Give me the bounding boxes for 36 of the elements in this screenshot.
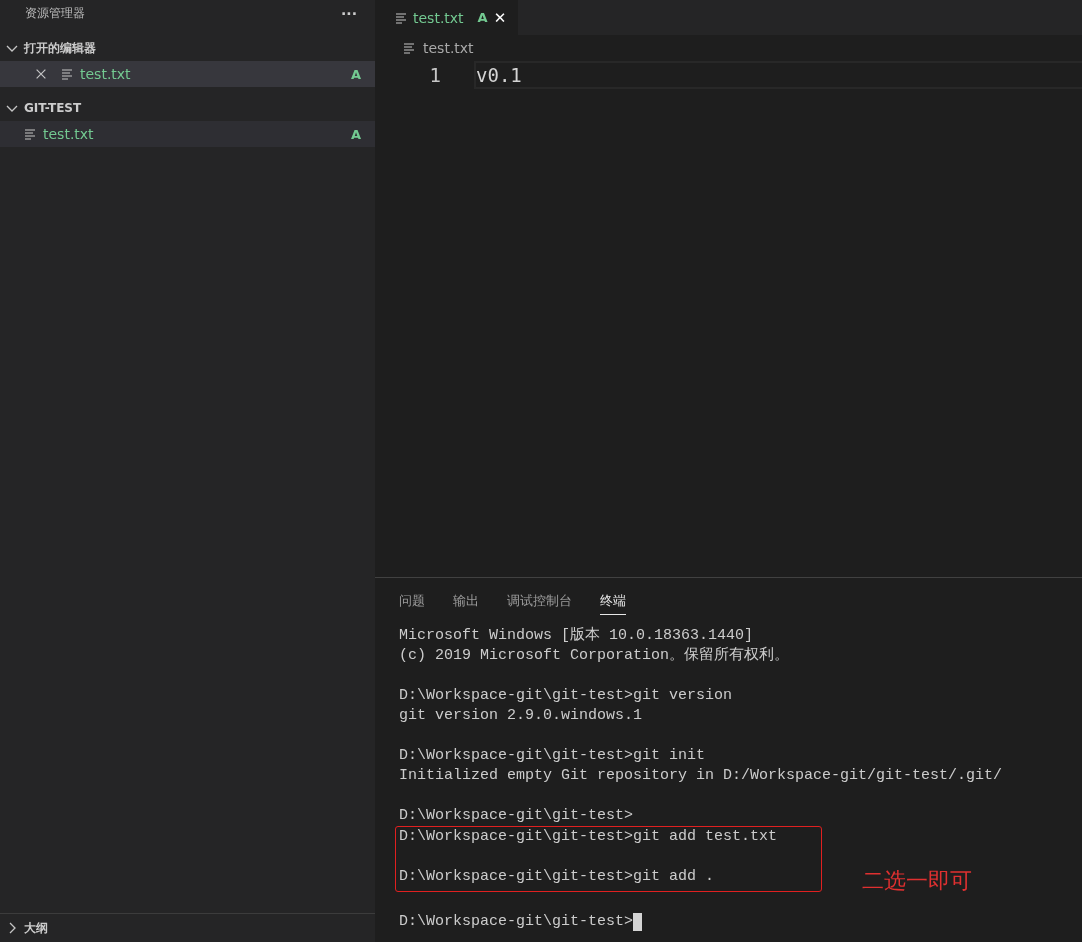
- file-item[interactable]: test.txt A: [0, 121, 375, 147]
- annotation-note: 二选一即可: [862, 869, 972, 896]
- text-file-icon: [395, 11, 407, 24]
- close-button[interactable]: ✕: [493, 8, 507, 27]
- git-status: A: [350, 126, 361, 142]
- terminal-line: D:\Workspace-git\git-test>git add .: [399, 867, 716, 887]
- panel-tab[interactable]: 调试控制台: [507, 592, 572, 614]
- close-icon[interactable]: [34, 67, 48, 81]
- terminal-line: D:\Workspace-git\git-test>: [399, 912, 634, 932]
- line-number: 1: [428, 63, 442, 88]
- terminal-line: D:\Workspace-git\git-test>git version: [399, 686, 734, 706]
- terminal-line: D:\Workspace-git\git-test>git init: [399, 746, 707, 766]
- explorer-title: 资源管理器: [25, 5, 85, 22]
- terminal-line: git version 2.9.0.windows.1: [399, 706, 644, 726]
- terminal-line: D:\Workspace-git\git-test>git add test.txt: [399, 827, 779, 847]
- text-file-icon: [403, 42, 415, 54]
- panel-tab[interactable]: 终端: [600, 592, 626, 615]
- file-name: test.txt: [80, 66, 132, 82]
- terminal-line: Microsoft Windows [版本 10.0.18363.1440]: [399, 626, 755, 646]
- section-title[interactable]: 打开的编辑器: [24, 39, 96, 57]
- code-text: v0.1: [476, 64, 522, 86]
- terminal-line: (c) 2019 Microsoft Corporation。保留所有权利。: [399, 646, 791, 666]
- section-title[interactable]: GIT-TEST: [24, 101, 82, 115]
- panel-tab[interactable]: 问题: [399, 592, 425, 614]
- text-file-icon: [61, 68, 73, 80]
- git-status: A: [350, 66, 361, 82]
- terminal-line: Initialized empty Git repository in D:/Workspace-git/git-test/.git/: [399, 766, 1004, 786]
- more-actions-button[interactable]: ···: [341, 5, 357, 22]
- file-name: test.txt: [43, 126, 95, 142]
- breadcrumb[interactable]: test.txt: [423, 40, 474, 56]
- section-title[interactable]: 大纲: [24, 919, 48, 937]
- terminal-line: D:\Workspace-git\git-test>: [399, 806, 635, 826]
- text-file-icon: [24, 128, 36, 140]
- editor-tab[interactable]: test.txt A ✕: [375, 0, 519, 35]
- file-item[interactable]: test.txt A: [0, 61, 375, 87]
- panel-tab[interactable]: 输出: [453, 592, 479, 614]
